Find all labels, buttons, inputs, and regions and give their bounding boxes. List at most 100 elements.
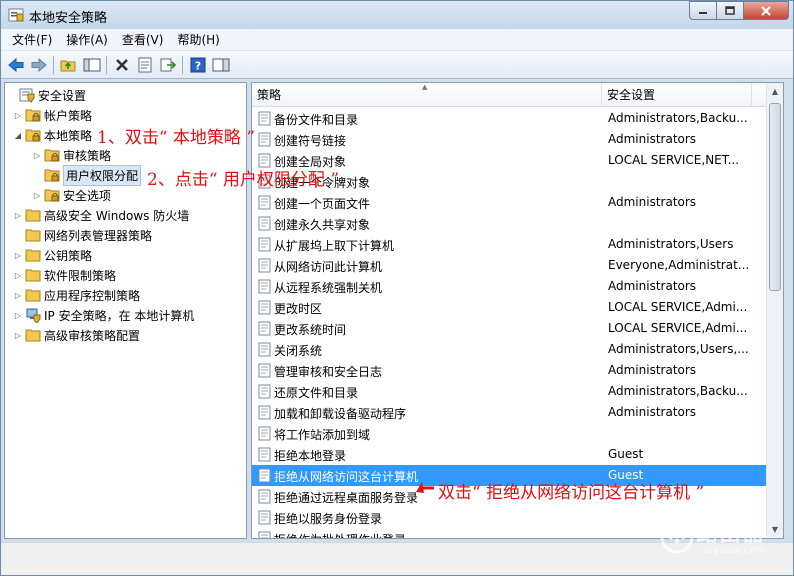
list-item[interactable]: 从远程系统强制关机 Administrators xyxy=(252,276,767,297)
list-item[interactable]: 更改系统时间 LOCAL SERVICE,Admi... xyxy=(252,318,767,339)
tree-expander[interactable]: ▷ xyxy=(32,151,42,160)
watermark-url: luyouqi.com xyxy=(704,545,766,556)
tree-item-label: 帐户策略 xyxy=(44,108,93,123)
tree-item-audit-policy[interactable]: ▷ 审核策略 xyxy=(32,145,111,165)
policy-icon xyxy=(258,447,271,462)
tree-item-advanced-audit[interactable]: ▷ 高级审核策略配置 xyxy=(13,325,140,345)
tree-item-public-key[interactable]: ▷ 公钥策略 xyxy=(13,245,92,265)
list-item[interactable]: 将工作站添加到域 xyxy=(252,423,767,444)
watermark: 路由器 luyouqi.com xyxy=(656,516,786,561)
action-pane-button[interactable] xyxy=(209,54,232,76)
tree-expander[interactable]: ▷ xyxy=(13,251,23,260)
vertical-scrollbar[interactable]: ▲ ▼ xyxy=(766,83,783,538)
list-item[interactable]: 拒绝本地登录 Guest xyxy=(252,444,767,465)
list-item[interactable]: 管理审核和安全日志 Administrators xyxy=(252,360,767,381)
tree-expander[interactable]: ▷ xyxy=(13,291,23,300)
toolbar: ? xyxy=(1,51,793,79)
tree-item-firewall[interactable]: ▷ 高级安全 Windows 防火墙 xyxy=(13,205,189,225)
scroll-up-icon[interactable]: ▲ xyxy=(767,83,783,100)
tree-item-network-list[interactable]: 网络列表管理器策略 xyxy=(13,225,152,245)
up-one-level-button[interactable] xyxy=(57,54,80,76)
list-item[interactable]: 还原文件和目录 Administrators,Backu... xyxy=(252,381,767,402)
annotation-step1: 1、双击“ 本地策略 ” xyxy=(97,128,256,148)
tree-item-label: 本地策略 xyxy=(44,128,93,143)
policy-name: 拒绝从网络访问这台计算机 xyxy=(274,470,419,484)
list-item[interactable]: 创建符号链接 Administrators xyxy=(252,129,767,150)
policy-icon xyxy=(258,510,271,525)
tree-item-app-control[interactable]: ▷ 应用程序控制策略 xyxy=(13,285,140,305)
tree-item-account-policies[interactable]: ▷ 帐户策略 xyxy=(13,105,92,125)
folder-icon xyxy=(25,269,41,282)
tree-expander[interactable]: ▷ xyxy=(13,271,23,280)
app-window: 本地安全策略 文件(F) 操作(A) 查看(V) 帮助(H) ? 安全设置 ▷ … xyxy=(0,0,794,576)
policy-icon xyxy=(258,216,271,231)
tree-expander[interactable]: ◢ xyxy=(13,131,23,140)
policy-setting: Administrators xyxy=(608,363,697,377)
title-bar[interactable]: 本地安全策略 xyxy=(1,1,793,29)
menu-help[interactable]: 帮助(H) xyxy=(170,30,226,50)
folder-lock-icon xyxy=(25,129,41,142)
list-item[interactable]: 加载和卸载设备驱动程序 Administrators xyxy=(252,402,767,423)
policy-name: 创建永久共享对象 xyxy=(274,218,371,232)
policy-icon xyxy=(258,195,271,210)
policy-icon xyxy=(258,279,271,294)
annotation-step2: 2、点击“ 用户权限分配 ” xyxy=(147,170,340,190)
tree-item-local-policies[interactable]: ◢ 本地策略 xyxy=(13,125,92,145)
policy-setting: Administrators xyxy=(608,405,697,419)
folder-icon xyxy=(25,209,41,222)
policy-icon xyxy=(258,132,271,147)
column-header-setting[interactable]: 安全设置 xyxy=(602,83,752,107)
tree-expander[interactable]: ▷ xyxy=(32,191,42,200)
toolbar-separator xyxy=(106,55,107,74)
properties-icon xyxy=(138,57,151,72)
list-item[interactable]: 关闭系统 Administrators,Users,... xyxy=(252,339,767,360)
menu-file[interactable]: 文件(F) xyxy=(5,30,59,50)
tree-expander[interactable]: ▷ xyxy=(13,211,23,220)
folder-lock-icon xyxy=(44,189,60,202)
policy-setting: Administrators,Backu... xyxy=(608,384,748,398)
tree-item-label: 安全选项 xyxy=(63,188,112,203)
tree-item-label: 应用程序控制策略 xyxy=(44,288,141,303)
back-button[interactable] xyxy=(4,54,27,76)
policy-name: 还原文件和目录 xyxy=(274,386,359,400)
folder-lock-icon xyxy=(44,169,60,182)
tree-item-security-options[interactable]: ▷ 安全选项 xyxy=(32,185,111,205)
list-item[interactable]: 更改时区 LOCAL SERVICE,Admi... xyxy=(252,297,767,318)
scroll-thumb[interactable] xyxy=(769,103,781,291)
policy-setting: Administrators xyxy=(608,195,697,209)
list-item[interactable]: 创建一个页面文件 Administrators xyxy=(252,192,767,213)
back-arrow-icon xyxy=(7,57,23,72)
list-item[interactable]: 从网络访问此计算机 Everyone,Administrat... xyxy=(252,255,767,276)
delete-button[interactable] xyxy=(110,54,133,76)
policy-icon xyxy=(258,300,271,315)
tree-item-ip-security[interactable]: ▷ IP 安全策略，在 本地计算机 xyxy=(13,305,194,325)
forward-button[interactable] xyxy=(27,54,50,76)
tree-expander[interactable]: ▷ xyxy=(13,311,23,320)
list-item[interactable]: 备份文件和目录 Administrators,Backu... xyxy=(252,108,767,129)
tree-item-user-rights[interactable]: 用户权限分配 xyxy=(32,164,142,186)
policy-name: 管理审核和安全日志 xyxy=(274,365,383,379)
maximize-button[interactable] xyxy=(716,1,743,20)
help-button[interactable]: ? xyxy=(186,54,209,76)
shield-settings-icon xyxy=(19,88,35,103)
console-tree-icon xyxy=(83,58,100,71)
list-item[interactable]: 创建永久共享对象 xyxy=(252,213,767,234)
policy-name: 从扩展坞上取下计算机 xyxy=(274,239,395,253)
show-hide-tree-button[interactable] xyxy=(80,54,103,76)
properties-button[interactable] xyxy=(133,54,156,76)
tree-expander[interactable]: ▷ xyxy=(13,331,23,340)
policy-icon xyxy=(258,489,271,504)
tree-item-software-restriction[interactable]: ▷ 软件限制策略 xyxy=(13,265,116,285)
tree-item[interactable]: 安全设置 xyxy=(7,85,86,105)
export-list-button[interactable] xyxy=(156,54,179,76)
console-tree: 安全设置 ▷ 帐户策略 ◢ 本地策略 ▷ 审核策略 用户权限分配 ▷ 安全选项 xyxy=(4,82,247,539)
action-pane-icon xyxy=(212,58,229,71)
menu-view[interactable]: 查看(V) xyxy=(115,30,171,50)
close-button[interactable] xyxy=(743,1,789,20)
tree-expander[interactable]: ▷ xyxy=(13,111,23,120)
tree-item-label: 高级审核策略配置 xyxy=(44,328,141,343)
list-item[interactable]: 从扩展坞上取下计算机 Administrators,Users xyxy=(252,234,767,255)
folder-icon xyxy=(25,289,41,302)
menu-action[interactable]: 操作(A) xyxy=(59,30,115,50)
minimize-button[interactable] xyxy=(689,1,716,20)
